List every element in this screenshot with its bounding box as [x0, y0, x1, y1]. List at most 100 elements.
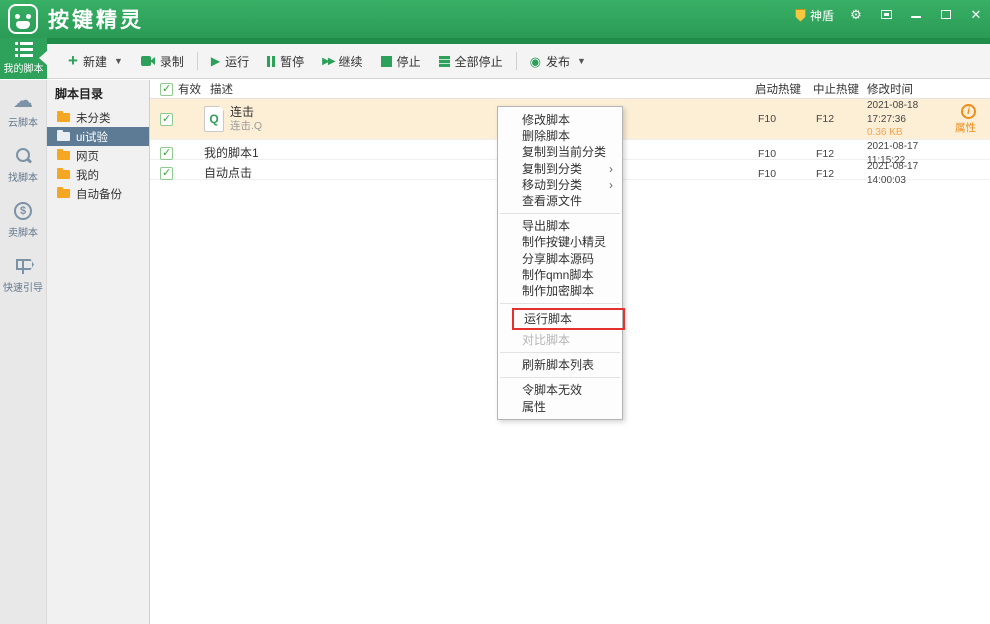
close-button[interactable]: ✕ — [968, 7, 984, 23]
run-button[interactable]: ▶ 运行 — [202, 48, 258, 74]
folder-icon — [57, 189, 70, 198]
pause-icon — [267, 56, 275, 67]
folder-icon — [57, 170, 70, 179]
menu-separator — [500, 377, 620, 378]
menu-item-invalidate-script[interactable]: 令脚本无效 — [498, 382, 622, 398]
continue-button[interactable]: ▶▶ 继续 — [313, 48, 371, 74]
row-checkbox[interactable] — [160, 113, 173, 126]
app-logo-icon — [8, 4, 38, 34]
minimize-icon — [911, 16, 921, 18]
menu-item-copy-to-current-category[interactable]: 复制到当前分类 — [498, 144, 622, 160]
red-highlight-box: 运行脚本 — [512, 308, 625, 330]
stop-all-button[interactable]: 全部停止 — [430, 48, 512, 74]
start-hotkey: F10 — [755, 168, 813, 180]
col-modified: 修改时间 — [867, 81, 955, 97]
camera-icon — [141, 56, 155, 66]
context-menu: 修改脚本 删除脚本 复制到当前分类 复制到分类 移动到分类 查看源文件 导出脚本… — [497, 106, 623, 420]
menu-item-make-mini-elf[interactable]: 制作按键小精灵 — [498, 234, 622, 250]
script-title: 自动点击 — [204, 166, 252, 181]
menu-separator — [500, 352, 620, 353]
row-checkbox[interactable] — [160, 147, 173, 160]
col-description: 描述 — [202, 81, 755, 97]
fast-forward-icon: ▶▶ — [322, 56, 333, 67]
category-item-uncategorized[interactable]: 未分类 — [47, 108, 149, 127]
select-all-checkbox[interactable] — [160, 83, 173, 96]
menu-item-delete-script[interactable]: 删除脚本 — [498, 128, 622, 144]
shield-button[interactable]: 神盾 — [795, 7, 834, 24]
file-size: 0.36 KB — [867, 126, 955, 140]
maximize-button[interactable] — [938, 7, 954, 23]
shield-label: 神盾 — [810, 7, 834, 24]
sidebar-item-cloud-scripts[interactable]: ☁ 云脚本 — [8, 92, 38, 129]
plus-icon: + — [68, 54, 78, 68]
abort-hotkey: F12 — [813, 113, 867, 125]
category-item-auto-backup[interactable]: 自动备份 — [47, 184, 149, 203]
abort-hotkey: F12 — [813, 148, 867, 160]
shield-icon — [795, 9, 806, 22]
search-icon — [14, 147, 32, 165]
record-button[interactable]: 录制 — [132, 48, 193, 74]
gear-icon[interactable]: ⚙ — [848, 7, 864, 23]
menu-item-properties[interactable]: 属性 — [498, 399, 622, 415]
signpost-icon — [14, 257, 32, 275]
abort-hotkey: F12 — [813, 168, 867, 180]
sidebar-item-quick-guide[interactable]: 快速引导 — [3, 257, 43, 294]
titlebar-controls: 神盾 ⚙ ✕ — [795, 0, 984, 30]
script-title: 连击 — [230, 105, 262, 120]
category-item-webpage[interactable]: 网页 — [47, 146, 149, 165]
category-panel-title: 脚本目录 — [47, 80, 149, 108]
folder-icon — [57, 113, 70, 122]
maximize-icon — [941, 10, 951, 19]
publish-button[interactable]: ◉ 发布 ▼ — [521, 48, 595, 74]
pause-button[interactable]: 暂停 — [258, 48, 313, 74]
menu-item-modify-script[interactable]: 修改脚本 — [498, 112, 622, 128]
col-start-hotkey: 启动热键 — [755, 81, 813, 97]
start-hotkey: F10 — [755, 148, 813, 160]
stop-all-icon — [439, 56, 450, 67]
menu-item-make-qmn-script[interactable]: 制作qmn脚本 — [498, 267, 622, 283]
col-abort-hotkey: 中止热键 — [813, 81, 867, 97]
cloud-icon: ☁ — [13, 92, 33, 110]
menu-item-share-source-code[interactable]: 分享脚本源码 — [498, 251, 622, 267]
folder-icon — [57, 151, 70, 160]
category-item-mine[interactable]: 我的 — [47, 165, 149, 184]
menu-item-view-source-file[interactable]: 查看源文件 — [498, 193, 622, 209]
category-item-selected[interactable]: ui试验 — [47, 127, 149, 146]
menu-item-move-to-category[interactable]: 移动到分类 — [498, 177, 622, 193]
play-icon: ▶ — [211, 54, 220, 68]
menu-separator — [500, 213, 620, 214]
tray-window-icon[interactable] — [878, 7, 894, 23]
start-hotkey: F10 — [755, 113, 813, 125]
menu-item-export-script[interactable]: 导出脚本 — [498, 218, 622, 234]
properties-label: 属性 — [955, 120, 976, 135]
list-icon — [15, 42, 33, 57]
new-script-button[interactable]: + 新建 ▼ — [59, 48, 132, 74]
chevron-down-icon: ▼ — [114, 56, 123, 66]
category-panel: 脚本目录 未分类 ui试验 网页 我的 自动备份 — [47, 80, 150, 624]
menu-item-compare-script: 对比脚本 — [498, 332, 622, 348]
chevron-down-icon: ▼ — [577, 56, 586, 66]
folder-icon — [57, 132, 70, 141]
modified-time: 2021-08-17 14:00:03 — [867, 160, 955, 187]
active-tab-notch — [39, 51, 47, 65]
menu-separator — [500, 303, 620, 304]
info-icon[interactable]: i — [961, 104, 976, 119]
stop-button[interactable]: 停止 — [372, 48, 430, 74]
table-header-row: 有效 描述 启动热键 中止热键 修改时间 — [150, 80, 990, 99]
menu-item-copy-to-category[interactable]: 复制到分类 — [498, 161, 622, 177]
stop-icon — [381, 56, 392, 67]
script-title: 我的脚本1 — [204, 146, 259, 161]
dollar-icon: $ — [14, 202, 32, 220]
toolbar-separator — [516, 52, 517, 70]
titlebar: 按键精灵 神盾 ⚙ ✕ — [0, 0, 990, 38]
sidebar-item-sell-scripts[interactable]: $ 卖脚本 — [8, 202, 38, 239]
menu-item-refresh-script-list[interactable]: 刷新脚本列表 — [498, 357, 622, 373]
app-title: 按键精灵 — [48, 4, 144, 34]
menu-item-make-encrypted-script[interactable]: 制作加密脚本 — [498, 283, 622, 299]
row-checkbox[interactable] — [160, 167, 173, 180]
minimize-button[interactable] — [908, 7, 924, 23]
sidebar-item-find-scripts[interactable]: 找脚本 — [8, 147, 38, 184]
menu-item-run-script[interactable]: 运行脚本 — [514, 310, 623, 328]
col-valid: 有效 — [178, 81, 201, 97]
toolbar: + 新建 ▼ 录制 ▶ 运行 暂停 ▶▶ 继续 停止 全部停止 ◉ 发布 ▼ — [47, 44, 990, 79]
